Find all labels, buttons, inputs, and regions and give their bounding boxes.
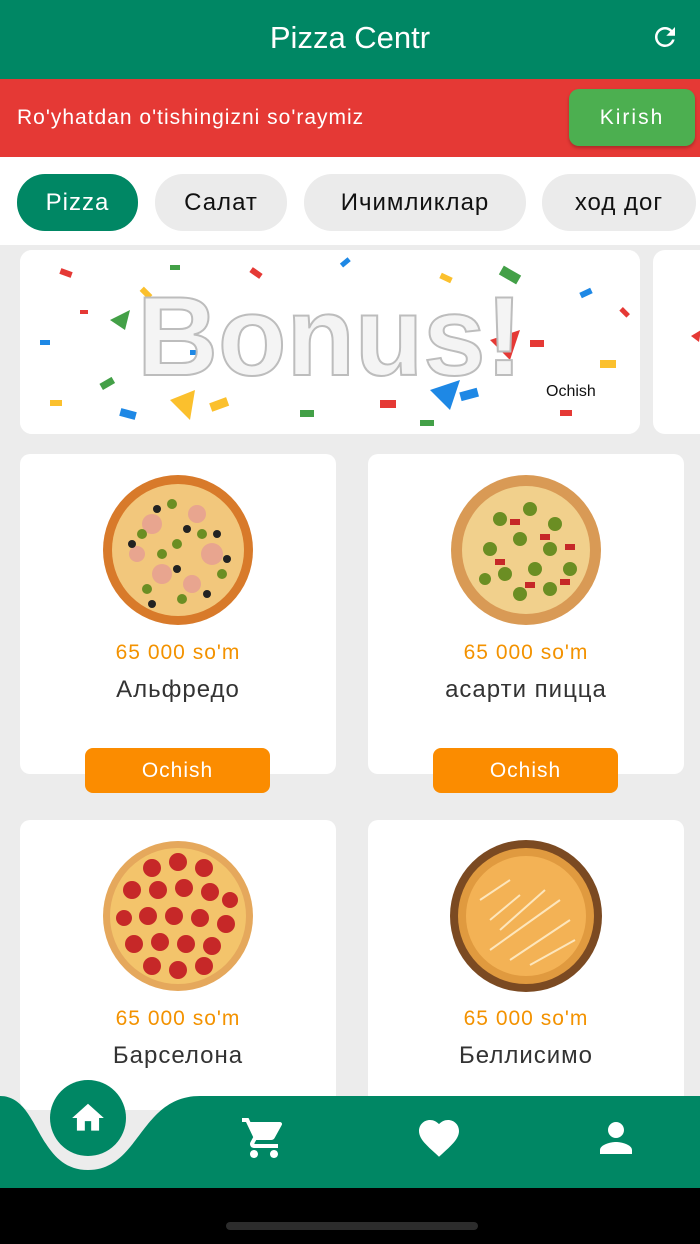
product-name: Альфредо	[116, 676, 240, 703]
product-price: 65 000 so'm	[463, 641, 589, 664]
promo-next-image	[691, 330, 700, 342]
product-card-bellissimo[interactable]: 65 000 so'm Беллисимо	[368, 820, 684, 1110]
product-card-barcelona[interactable]: 65 000 so'm Барселона	[20, 820, 336, 1110]
pizza-image-barcelona	[103, 841, 253, 991]
registration-banner: Ro'yhatdan o'tishingizni so'raymiz Kiris…	[0, 79, 700, 157]
product-name: Барселона	[112, 1042, 244, 1069]
open-product-button[interactable]: Ochish	[433, 748, 618, 793]
promo-carousel: Bonus! Ochish	[0, 250, 700, 434]
open-product-button[interactable]: Ochish	[85, 748, 270, 793]
nav-home-button[interactable]	[50, 1080, 126, 1156]
promo-open-label: Ochish	[546, 383, 596, 400]
promo-card-bonus[interactable]: Bonus! Ochish	[20, 250, 640, 434]
category-chip-drinks[interactable]: Ичимликлар	[304, 174, 526, 231]
category-chip-hotdog[interactable]: ход дог	[542, 174, 696, 231]
profile-icon[interactable]	[592, 1114, 640, 1162]
product-name: асарти пицца	[445, 676, 607, 703]
bonus-image: Bonus!	[20, 250, 640, 434]
product-card-alfredo[interactable]: 65 000 so'm Альфредо Ochish	[20, 454, 336, 793]
category-bar: Pizza Салат Ичимликлар ход дог	[0, 157, 700, 245]
product-price: 65 000 so'm	[115, 641, 241, 664]
product-name: Беллисимо	[459, 1042, 593, 1069]
bonus-headline: Bonus!	[137, 274, 523, 399]
app-bar: Pizza Centr	[0, 0, 700, 79]
pizza-image-bellissimo	[450, 840, 602, 992]
product-price: 65 000 so'm	[463, 1007, 589, 1030]
promo-card-next[interactable]	[653, 250, 700, 434]
category-chip-pizza[interactable]: Pizza	[17, 174, 138, 231]
home-icon	[72, 1103, 104, 1131]
pizza-image-asarti	[451, 475, 601, 625]
refresh-icon[interactable]	[650, 22, 680, 52]
home-indicator[interactable]	[226, 1222, 478, 1230]
product-price: 65 000 so'm	[115, 1007, 241, 1030]
registration-message: Ro'yhatdan o'tishingizni so'raymiz	[17, 106, 365, 129]
system-bottom-bar	[0, 1188, 700, 1244]
login-button[interactable]: Kirish	[569, 89, 695, 146]
pizza-image-alfredo	[103, 475, 253, 625]
heart-icon[interactable]	[415, 1114, 463, 1162]
category-chip-salad[interactable]: Салат	[155, 174, 287, 231]
cart-icon[interactable]	[240, 1114, 288, 1162]
product-card-asarti[interactable]: 65 000 so'm асарти пицца Ochish	[368, 454, 684, 793]
app-title: Pizza Centr	[269, 20, 431, 55]
